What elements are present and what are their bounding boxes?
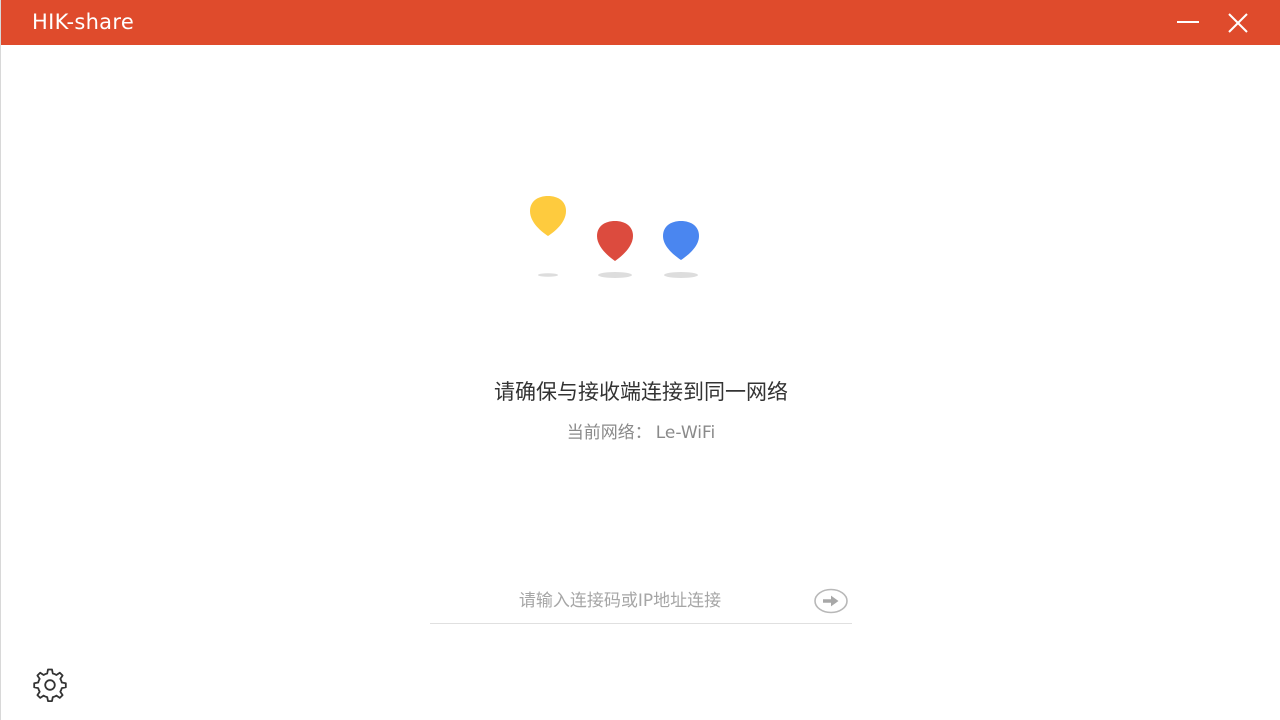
title-bar[interactable]: HIK-share [1,0,1280,45]
connect-go-button[interactable] [813,587,849,615]
network-instruction: 请确保与接收端连接到同一网络 [494,380,788,404]
pin-shadow-red [598,272,632,278]
current-network-name: Le-WiFi [655,423,716,443]
pin-yellow-icon [530,196,566,236]
app-window: HIK-share 请确保与接收端连接到同一网络 当前网络： Le-WiFi [0,0,1280,720]
pin-blue-icon [663,221,699,260]
connect-code-input[interactable] [430,584,810,618]
pin-shadow-yellow [538,273,558,277]
current-network-label: 当前网络： [566,423,652,443]
settings-button[interactable] [31,667,69,703]
pin-red-icon [597,221,633,261]
pin-shadow-blue [664,272,698,278]
arrow-right-circle-icon [814,588,848,614]
connect-field [430,584,852,624]
current-network: 当前网络： Le-WiFi [1,421,1280,445]
minimize-button[interactable] [1173,8,1203,38]
gear-icon [33,668,67,702]
minimize-icon [1177,21,1199,23]
devices-illustration [530,196,699,278]
close-button[interactable] [1223,8,1253,38]
close-icon [1228,13,1248,33]
app-title: HIK-share [32,10,135,34]
